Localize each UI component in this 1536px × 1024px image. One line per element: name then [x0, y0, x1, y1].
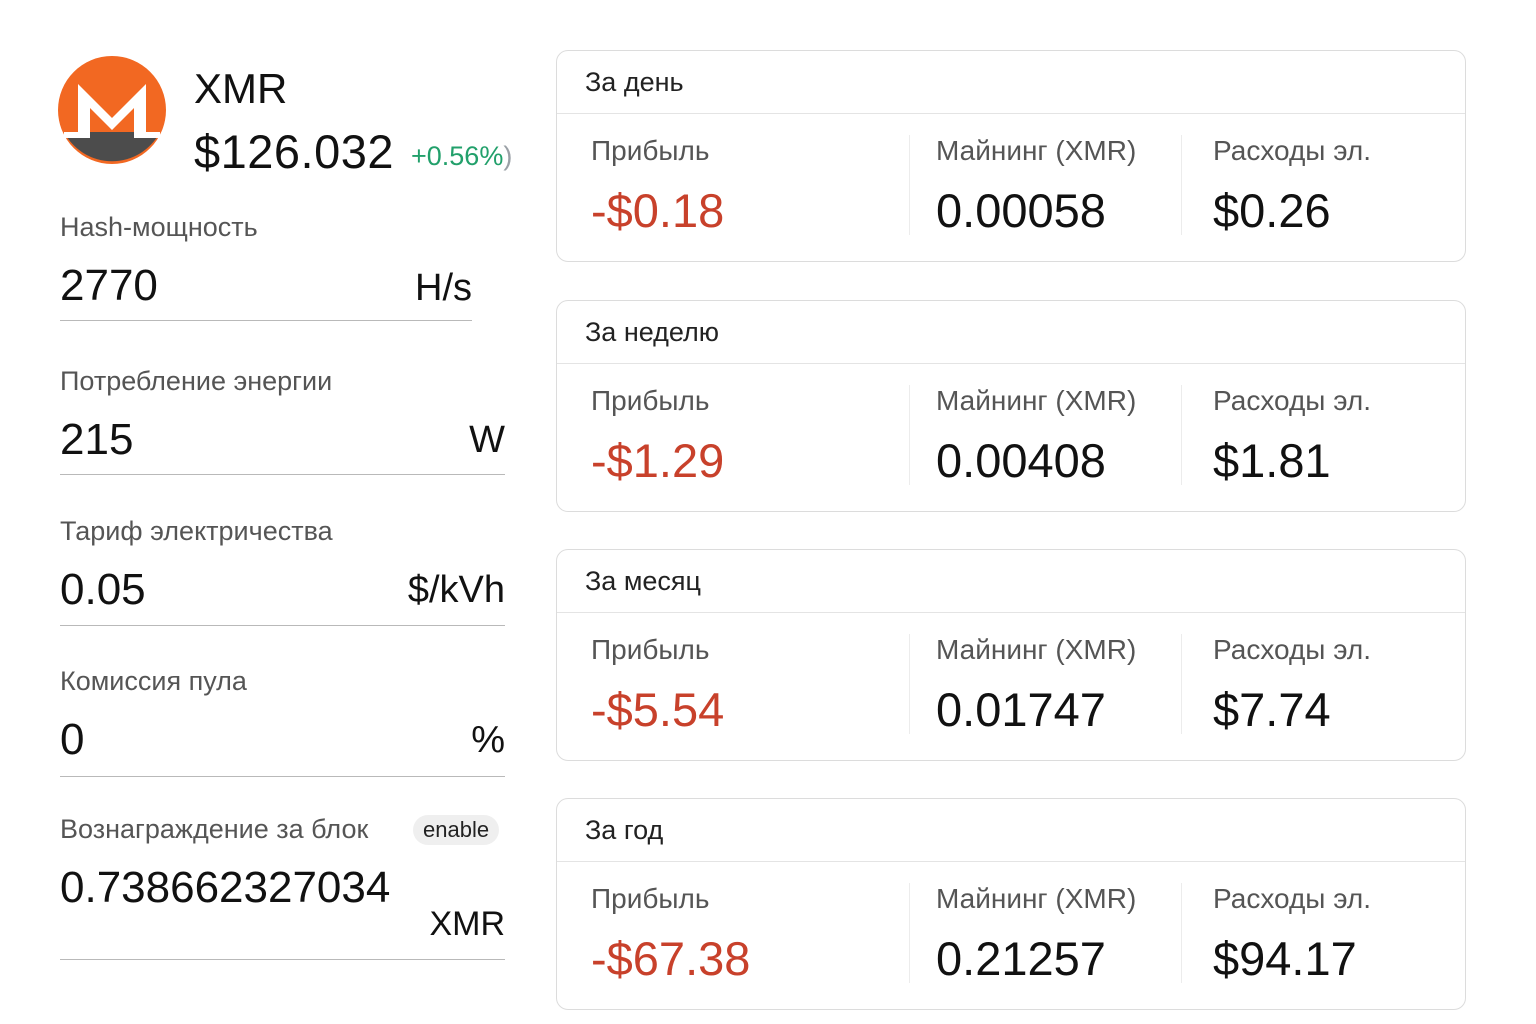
- power-underline: [60, 474, 505, 475]
- column-separator: [909, 385, 910, 485]
- column-separator: [909, 634, 910, 734]
- profit-label: Прибыль: [591, 634, 710, 665]
- profit-value: -$67.38: [591, 932, 751, 985]
- mining-label: Майнинг (XMR): [936, 634, 1137, 665]
- profit-value: -$1.29: [591, 434, 725, 487]
- profit-label: Прибыль: [591, 385, 710, 416]
- column-separator: [1181, 135, 1182, 235]
- hashrate-field[interactable]: Hash-мощность 2770 H/s: [60, 212, 472, 332]
- period-card-month: За месяц Прибыль -$5.54 Майнинг (XMR) 0.…: [556, 549, 1466, 761]
- mining-label: Майнинг (XMR): [936, 385, 1137, 416]
- mining-value: 0.01747: [936, 683, 1106, 736]
- period-card-week: За неделю Прибыль -$1.29 Майнинг (XMR) 0…: [556, 300, 1466, 512]
- pool-fee-field[interactable]: Комиссия пула 0 %: [60, 666, 505, 786]
- hashrate-underline: [60, 320, 472, 321]
- price-change-value: +0.56%: [411, 141, 504, 171]
- cost-value: $1.81: [1213, 434, 1331, 487]
- profit-value: -$5.54: [591, 683, 725, 736]
- coin-symbol: XMR: [194, 65, 288, 112]
- power-unit: W: [469, 419, 505, 461]
- mining-stat: Майнинг (XMR) 0.00058: [936, 135, 1136, 237]
- card-divider: [557, 113, 1465, 114]
- period-card-year: За год Прибыль -$67.38 Майнинг (XMR) 0.2…: [556, 798, 1466, 1010]
- cost-label: Расходы эл.: [1213, 883, 1371, 914]
- period-card-day: За день Прибыль -$0.18 Майнинг (XMR) 0.0…: [556, 50, 1466, 262]
- cost-stat: Расходы эл. $94.17: [1213, 883, 1371, 985]
- card-divider: [557, 861, 1465, 862]
- profit-stat: Прибыль -$0.18: [591, 135, 724, 237]
- pool-fee-label: Комиссия пула: [60, 666, 247, 696]
- mining-label: Майнинг (XMR): [936, 135, 1137, 166]
- mining-value: 0.21257: [936, 932, 1106, 985]
- cost-stat: Расходы эл. $7.74: [1213, 634, 1371, 736]
- hashrate-unit: H/s: [415, 267, 472, 309]
- column-separator: [1181, 634, 1182, 734]
- tariff-field[interactable]: Тариф электричества 0.05 $/kVh: [60, 516, 505, 636]
- column-separator: [909, 135, 910, 235]
- monero-logo-icon: [56, 54, 168, 166]
- pool-fee-underline: [60, 776, 505, 777]
- column-separator: [909, 883, 910, 983]
- period-title: За день: [585, 67, 684, 97]
- tariff-unit: $/kVh: [407, 569, 505, 611]
- tariff-label: Тариф электричества: [60, 516, 333, 546]
- block-reward-label: Вознаграждение за блок: [60, 814, 369, 844]
- cost-value: $94.17: [1213, 932, 1357, 985]
- power-input[interactable]: 215: [60, 416, 133, 464]
- mining-stat: Майнинг (XMR) 0.00408: [936, 385, 1136, 487]
- power-label: Потребление энергии: [60, 366, 333, 396]
- tariff-input[interactable]: 0.05: [60, 566, 146, 614]
- period-title: За месяц: [585, 566, 701, 596]
- block-reward-input[interactable]: 0.738662327034: [60, 864, 390, 912]
- period-title: За год: [585, 815, 664, 845]
- mining-stat: Майнинг (XMR) 0.01747: [936, 634, 1136, 736]
- profit-value: -$0.18: [591, 184, 725, 237]
- pool-fee-input[interactable]: 0: [60, 716, 84, 764]
- mining-value: 0.00058: [936, 184, 1106, 237]
- card-divider: [557, 612, 1465, 613]
- price-change: +0.56%): [411, 141, 512, 171]
- cost-value: $7.74: [1213, 683, 1331, 736]
- cost-stat: Расходы эл. $1.81: [1213, 385, 1371, 487]
- hashrate-input[interactable]: 2770: [60, 262, 158, 310]
- profit-label: Прибыль: [591, 135, 710, 166]
- profit-stat: Прибыль -$5.54: [591, 634, 724, 736]
- tariff-underline: [60, 625, 505, 626]
- mining-label: Майнинг (XMR): [936, 883, 1137, 914]
- mining-value: 0.00408: [936, 434, 1106, 487]
- cost-value: $0.26: [1213, 184, 1331, 237]
- block-reward-unit: XMR: [429, 905, 505, 943]
- pool-fee-unit: %: [471, 719, 505, 761]
- profit-label: Прибыль: [591, 883, 710, 914]
- hashrate-label: Hash-мощность: [60, 212, 258, 242]
- power-field[interactable]: Потребление энергии 215 W: [60, 366, 505, 486]
- profit-stat: Прибыль -$1.29: [591, 385, 724, 487]
- column-separator: [1181, 385, 1182, 485]
- cost-label: Расходы эл.: [1213, 385, 1371, 416]
- block-reward-field[interactable]: Вознаграждение за блок enable 0.73866232…: [60, 814, 505, 964]
- price-change-paren: ): [503, 141, 513, 171]
- mining-stat: Майнинг (XMR) 0.21257: [936, 883, 1136, 985]
- cost-stat: Расходы эл. $0.26: [1213, 135, 1371, 237]
- enable-toggle[interactable]: enable: [413, 815, 500, 845]
- coin-price: $126.032: [194, 125, 395, 178]
- cost-label: Расходы эл.: [1213, 135, 1371, 166]
- block-reward-underline: [60, 959, 505, 960]
- period-title: За неделю: [585, 317, 720, 347]
- card-divider: [557, 363, 1465, 364]
- column-separator: [1181, 883, 1182, 983]
- profit-stat: Прибыль -$67.38: [591, 883, 750, 985]
- cost-label: Расходы эл.: [1213, 634, 1371, 665]
